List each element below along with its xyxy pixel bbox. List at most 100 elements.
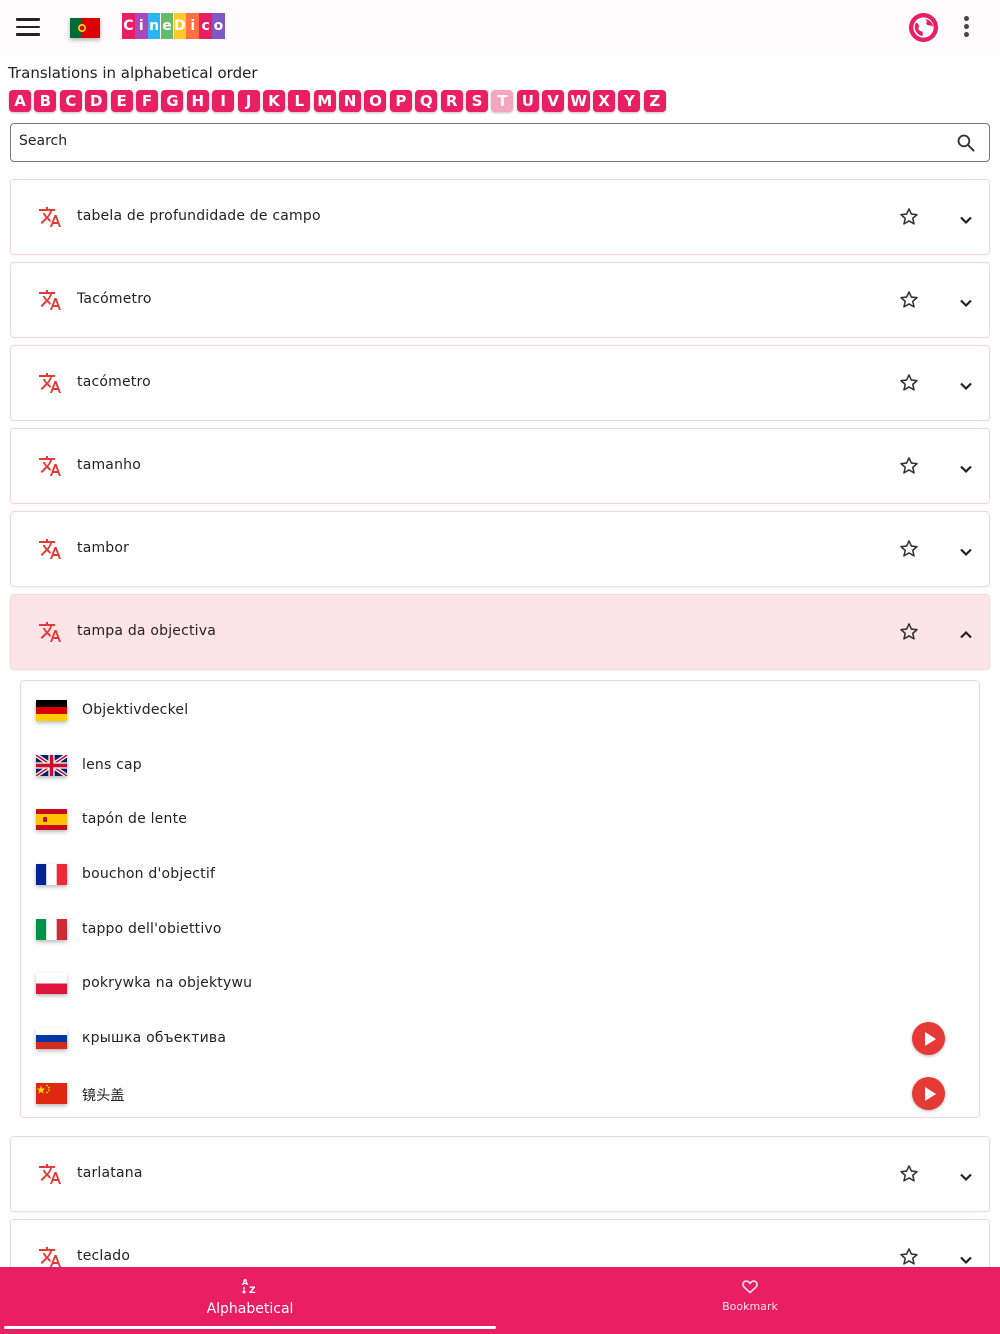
star-icon[interactable]: [898, 538, 920, 560]
chevron-down-icon[interactable]: [959, 542, 973, 557]
nav-alphabetical[interactable]: A Z Alphabetical: [0, 1267, 500, 1334]
letter-button-p[interactable]: P: [389, 90, 412, 112]
flag-china-icon: [36, 1083, 67, 1104]
flag-russia-icon: [36, 1028, 67, 1049]
term-row[interactable]: Tacómetro: [10, 262, 990, 338]
search-icon[interactable]: [956, 133, 976, 153]
globe-icon[interactable]: [908, 12, 939, 43]
translation-row-de: Objektivdeckel: [21, 683, 979, 733]
translate-icon: [38, 454, 62, 478]
translate-icon: [38, 288, 62, 312]
translation-row-it: tappo dell'obiettivo: [21, 902, 979, 952]
translate-icon: [38, 1245, 62, 1269]
translation-text: lens cap: [82, 757, 142, 773]
letter-button-w[interactable]: W: [567, 90, 590, 112]
star-icon[interactable]: [898, 372, 920, 394]
letter-button-n[interactable]: N: [339, 90, 362, 112]
nav-alphabetical-label: Alphabetical: [206, 1301, 294, 1317]
translation-text: tappo dell'obiettivo: [82, 921, 222, 937]
letter-button-t[interactable]: T: [491, 90, 514, 112]
page-heading: Translations in alphabetical order: [8, 64, 258, 82]
letter-button-q[interactable]: Q: [415, 90, 438, 112]
term-row[interactable]: tarlatana: [10, 1136, 990, 1212]
letter-button-h[interactable]: H: [186, 90, 209, 112]
letter-button-d[interactable]: D: [85, 90, 108, 112]
letter-button-x[interactable]: X: [592, 90, 615, 112]
translation-text: pokrywka na objektywu: [82, 975, 253, 991]
search-field[interactable]: [10, 123, 990, 162]
letter-button-s[interactable]: S: [466, 90, 489, 112]
logo-letter: n: [147, 13, 161, 39]
sort-az-icon: A Z: [242, 1278, 256, 1295]
star-icon[interactable]: [898, 289, 920, 311]
flag-portugal-icon[interactable]: [70, 18, 100, 38]
letter-button-b[interactable]: B: [34, 90, 57, 112]
translate-icon: [38, 1162, 62, 1186]
term-label: tambor: [77, 540, 130, 556]
translate-icon: [38, 371, 62, 395]
term-label: tarlatana: [77, 1165, 143, 1181]
translation-row-es: tapón de lente: [21, 792, 979, 842]
letter-button-u[interactable]: U: [516, 90, 539, 112]
logo-letter: c: [199, 13, 212, 39]
translation-text: крышка объектива: [82, 1030, 227, 1046]
bottom-navigation: A Z Alphabetical Bookmark: [0, 1267, 1000, 1334]
star-icon[interactable]: [898, 1163, 920, 1185]
letter-button-r[interactable]: R: [440, 90, 463, 112]
flag-spain-icon: [36, 809, 67, 830]
letter-button-f[interactable]: F: [135, 90, 158, 112]
chevron-down-icon[interactable]: [959, 1167, 973, 1182]
nav-bookmark-label: Bookmark: [722, 1300, 778, 1313]
translation-row-pl: pokrywka na objektywu: [21, 956, 979, 1006]
term-label: tabela de profundidade de campo: [77, 208, 321, 224]
translation-text: 镜头盖: [82, 1088, 125, 1104]
translate-icon: [38, 620, 62, 644]
menu-icon[interactable]: [16, 18, 40, 38]
term-label: teclado: [77, 1248, 131, 1264]
letter-button-o[interactable]: O: [364, 90, 387, 112]
chevron-up-icon[interactable]: [959, 625, 973, 639]
letter-button-m[interactable]: M: [313, 90, 336, 112]
translation-row-en: lens cap: [21, 738, 979, 788]
flag-germany-icon: [36, 700, 67, 721]
star-icon[interactable]: [898, 1246, 920, 1268]
app-logo: CineDico: [122, 13, 225, 41]
translation-row-zh: 镜头盖: [21, 1066, 979, 1116]
letter-button-v[interactable]: V: [542, 90, 565, 112]
letter-button-e[interactable]: E: [110, 90, 133, 112]
term-label: tacómetro: [77, 374, 151, 390]
logo-letter: o: [212, 13, 225, 39]
letter-button-k[interactable]: K: [262, 90, 285, 112]
letter-button-j[interactable]: J: [237, 90, 260, 112]
play-audio-icon[interactable]: [912, 1077, 945, 1110]
letter-button-g[interactable]: G: [161, 90, 184, 112]
chevron-down-icon[interactable]: [959, 376, 973, 391]
flag-uk-icon: [36, 755, 67, 776]
chevron-down-icon[interactable]: [959, 293, 973, 308]
chevron-down-icon[interactable]: [959, 459, 973, 474]
chevron-down-icon[interactable]: [959, 210, 973, 225]
letter-button-i[interactable]: I: [212, 90, 235, 112]
term-row[interactable]: tambor: [10, 511, 990, 587]
letter-button-z[interactable]: Z: [643, 90, 666, 112]
nav-bookmark[interactable]: Bookmark: [500, 1267, 1000, 1334]
star-icon[interactable]: [898, 455, 920, 477]
play-audio-icon[interactable]: [912, 1022, 945, 1055]
letter-button-l[interactable]: L: [288, 90, 311, 112]
search-input[interactable]: [19, 133, 919, 149]
star-icon[interactable]: [898, 206, 920, 228]
svg-text:Z: Z: [249, 1286, 256, 1295]
letter-button-c[interactable]: C: [59, 90, 82, 112]
more-vert-icon[interactable]: [962, 16, 970, 40]
letter-button-a[interactable]: A: [9, 90, 31, 112]
term-row[interactable]: tacómetro: [10, 345, 990, 421]
star-icon[interactable]: [898, 621, 920, 643]
translation-row-ru: крышка объектива: [21, 1011, 979, 1061]
translate-icon: [38, 537, 62, 561]
term-row[interactable]: tamanho: [10, 428, 990, 504]
chevron-down-icon[interactable]: [959, 1250, 973, 1265]
term-row[interactable]: tabela de profundidade de campo: [10, 179, 990, 255]
term-row[interactable]: tampa da objectiva: [10, 594, 990, 670]
letter-button-y[interactable]: Y: [618, 90, 641, 112]
logo-letter: C: [122, 13, 135, 39]
